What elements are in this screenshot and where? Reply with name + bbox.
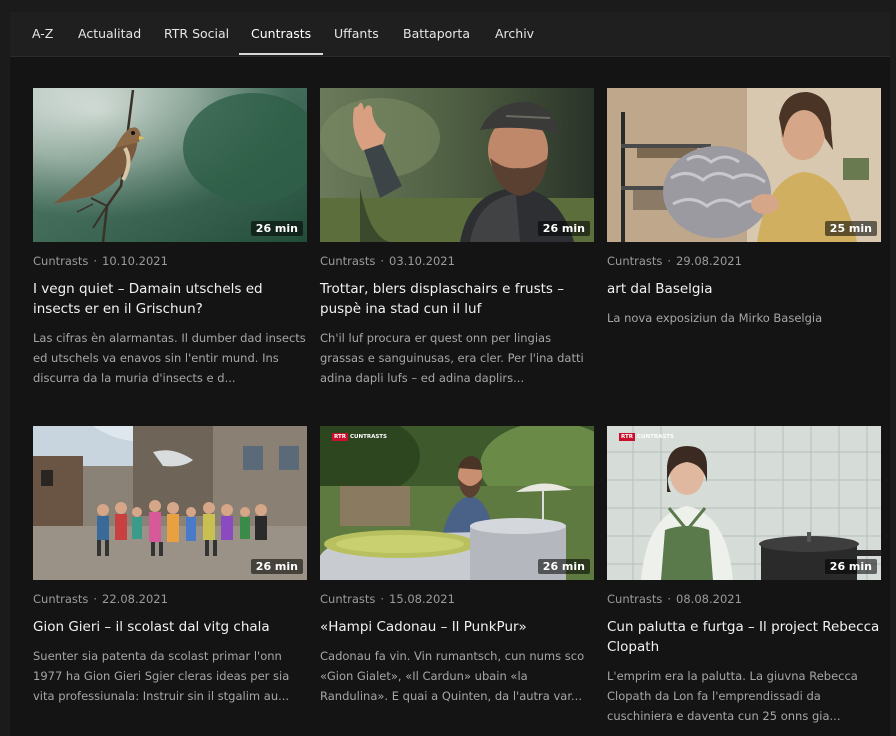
card-meta: Cuntrasts · 29.08.2021 bbox=[607, 254, 881, 268]
video-card[interactable]: RTR CUNTRASTS 26 min Cuntrasts · 08.08.202… bbox=[607, 426, 881, 726]
video-thumbnail[interactable]: RTR CUNTRASTS 26 min bbox=[607, 426, 881, 580]
duration-badge: 26 min bbox=[250, 559, 303, 574]
show-name: Cuntrasts bbox=[607, 254, 663, 268]
video-description: La nova exposiziun da Mirko Baselgia bbox=[607, 311, 823, 325]
thumbnail-winemaker-image bbox=[320, 426, 594, 580]
video-thumbnail[interactable]: 25 min bbox=[607, 88, 881, 242]
duration-badge: 26 min bbox=[537, 221, 590, 236]
duration-badge: 26 min bbox=[250, 221, 303, 236]
main-navigation: A-Z Actualitad RTR Social Cuntrasts Uffa… bbox=[10, 12, 890, 57]
video-thumbnail[interactable]: 26 min bbox=[320, 88, 594, 242]
thumbnail-chef-kitchen-image bbox=[607, 426, 881, 580]
nav-item-uffants[interactable]: Uffants bbox=[334, 12, 379, 56]
thumbnail-school-children-image bbox=[33, 426, 307, 580]
video-title[interactable]: I vegn quiet – Damain utschels ed insect… bbox=[33, 279, 307, 319]
meta-separator: · bbox=[667, 592, 672, 606]
nav-item-cuntrasts[interactable]: Cuntrasts bbox=[251, 12, 311, 56]
rtr-logo-box: RTR bbox=[619, 433, 635, 441]
publish-date: 22.08.2021 bbox=[102, 592, 168, 606]
card-meta: Cuntrasts · 10.10.2021 bbox=[33, 254, 307, 268]
publish-date: 08.08.2021 bbox=[676, 592, 742, 606]
meta-separator: · bbox=[93, 254, 98, 268]
meta-separator: · bbox=[380, 592, 385, 606]
video-title[interactable]: Gion Gieri – il scolast dal vitg chala bbox=[33, 617, 307, 637]
rtr-logo-box: RTR bbox=[332, 433, 348, 441]
card-meta: Cuntrasts · 08.08.2021 bbox=[607, 592, 881, 606]
thumbnail-man-forest-image bbox=[320, 88, 594, 242]
nav-item-actualitad[interactable]: Actualitad bbox=[78, 12, 141, 56]
duration-badge: 26 min bbox=[824, 559, 877, 574]
video-description: L'emprim era la palutta. La giuvna Rebec… bbox=[607, 669, 858, 723]
page-frame: A-Z Actualitad RTR Social Cuntrasts Uffa… bbox=[10, 12, 890, 736]
video-card[interactable]: RTR CUNTRASTS 26 min Cuntrasts · 15.08.202… bbox=[320, 426, 594, 706]
video-thumbnail[interactable]: RTR CUNTRASTS 26 min bbox=[320, 426, 594, 580]
rtr-logo-word: CUNTRASTS bbox=[636, 434, 675, 440]
nav-item-rtr-social[interactable]: RTR Social bbox=[164, 12, 229, 56]
nav-item-archiv[interactable]: Archiv bbox=[495, 12, 534, 56]
card-meta: Cuntrasts · 03.10.2021 bbox=[320, 254, 594, 268]
card-meta: Cuntrasts · 15.08.2021 bbox=[320, 592, 594, 606]
show-name: Cuntrasts bbox=[33, 254, 89, 268]
nav-item-a-z[interactable]: A-Z bbox=[32, 12, 53, 56]
video-card[interactable]: 26 min Cuntrasts · 22.08.2021 Gion Gieri –… bbox=[33, 426, 307, 706]
video-title[interactable]: Cun palutta e furtga – Il project Rebecc… bbox=[607, 617, 881, 657]
show-name: Cuntrasts bbox=[607, 592, 663, 606]
rtr-channel-logo: RTR CUNTRASTS bbox=[619, 433, 674, 441]
duration-badge: 25 min bbox=[824, 221, 877, 236]
video-title[interactable]: art dal Baselgia bbox=[607, 279, 881, 299]
video-thumbnail[interactable]: 26 min bbox=[33, 426, 307, 580]
publish-date: 10.10.2021 bbox=[102, 254, 168, 268]
show-name: Cuntrasts bbox=[33, 592, 89, 606]
video-description: Ch'il luf procura er quest onn per lingi… bbox=[320, 331, 584, 385]
publish-date: 15.08.2021 bbox=[389, 592, 455, 606]
show-name: Cuntrasts bbox=[320, 254, 376, 268]
meta-separator: · bbox=[667, 254, 672, 268]
card-meta: Cuntrasts · 22.08.2021 bbox=[33, 592, 307, 606]
video-thumbnail[interactable]: 26 min bbox=[33, 88, 307, 242]
duration-badge: 26 min bbox=[537, 559, 590, 574]
video-description: Las cifras èn alarmantas. Il dumber dad … bbox=[33, 331, 306, 385]
publish-date: 29.08.2021 bbox=[676, 254, 742, 268]
video-card[interactable]: 26 min Cuntrasts · 03.10.2021 Trottar, ble… bbox=[320, 88, 594, 388]
thumbnail-bird-image bbox=[33, 88, 307, 242]
video-description: Cadonau fa vin. Vin rumantsch, cun nums … bbox=[320, 649, 585, 703]
video-card[interactable]: 26 min Cuntrasts · 10.10.2021 I vegn quiet… bbox=[33, 88, 307, 388]
active-tab-indicator bbox=[239, 53, 323, 55]
thumbnail-artist-studio-image bbox=[607, 88, 881, 242]
meta-separator: · bbox=[380, 254, 385, 268]
rtr-channel-logo: RTR CUNTRASTS bbox=[332, 433, 387, 441]
rtr-logo-word: CUNTRASTS bbox=[349, 434, 388, 440]
publish-date: 03.10.2021 bbox=[389, 254, 455, 268]
video-description: Suenter sia patenta da scolast primar l'… bbox=[33, 649, 290, 703]
show-name: Cuntrasts bbox=[320, 592, 376, 606]
nav-item-battaporta[interactable]: Battaporta bbox=[403, 12, 470, 56]
video-title[interactable]: «Hampi Cadonau – Il PunkPur» bbox=[320, 617, 594, 637]
meta-separator: · bbox=[93, 592, 98, 606]
video-title[interactable]: Trottar, blers displaschairs e frusts – … bbox=[320, 279, 594, 319]
video-card[interactable]: 25 min Cuntrasts · 29.08.2021 art dal Base… bbox=[607, 88, 881, 348]
